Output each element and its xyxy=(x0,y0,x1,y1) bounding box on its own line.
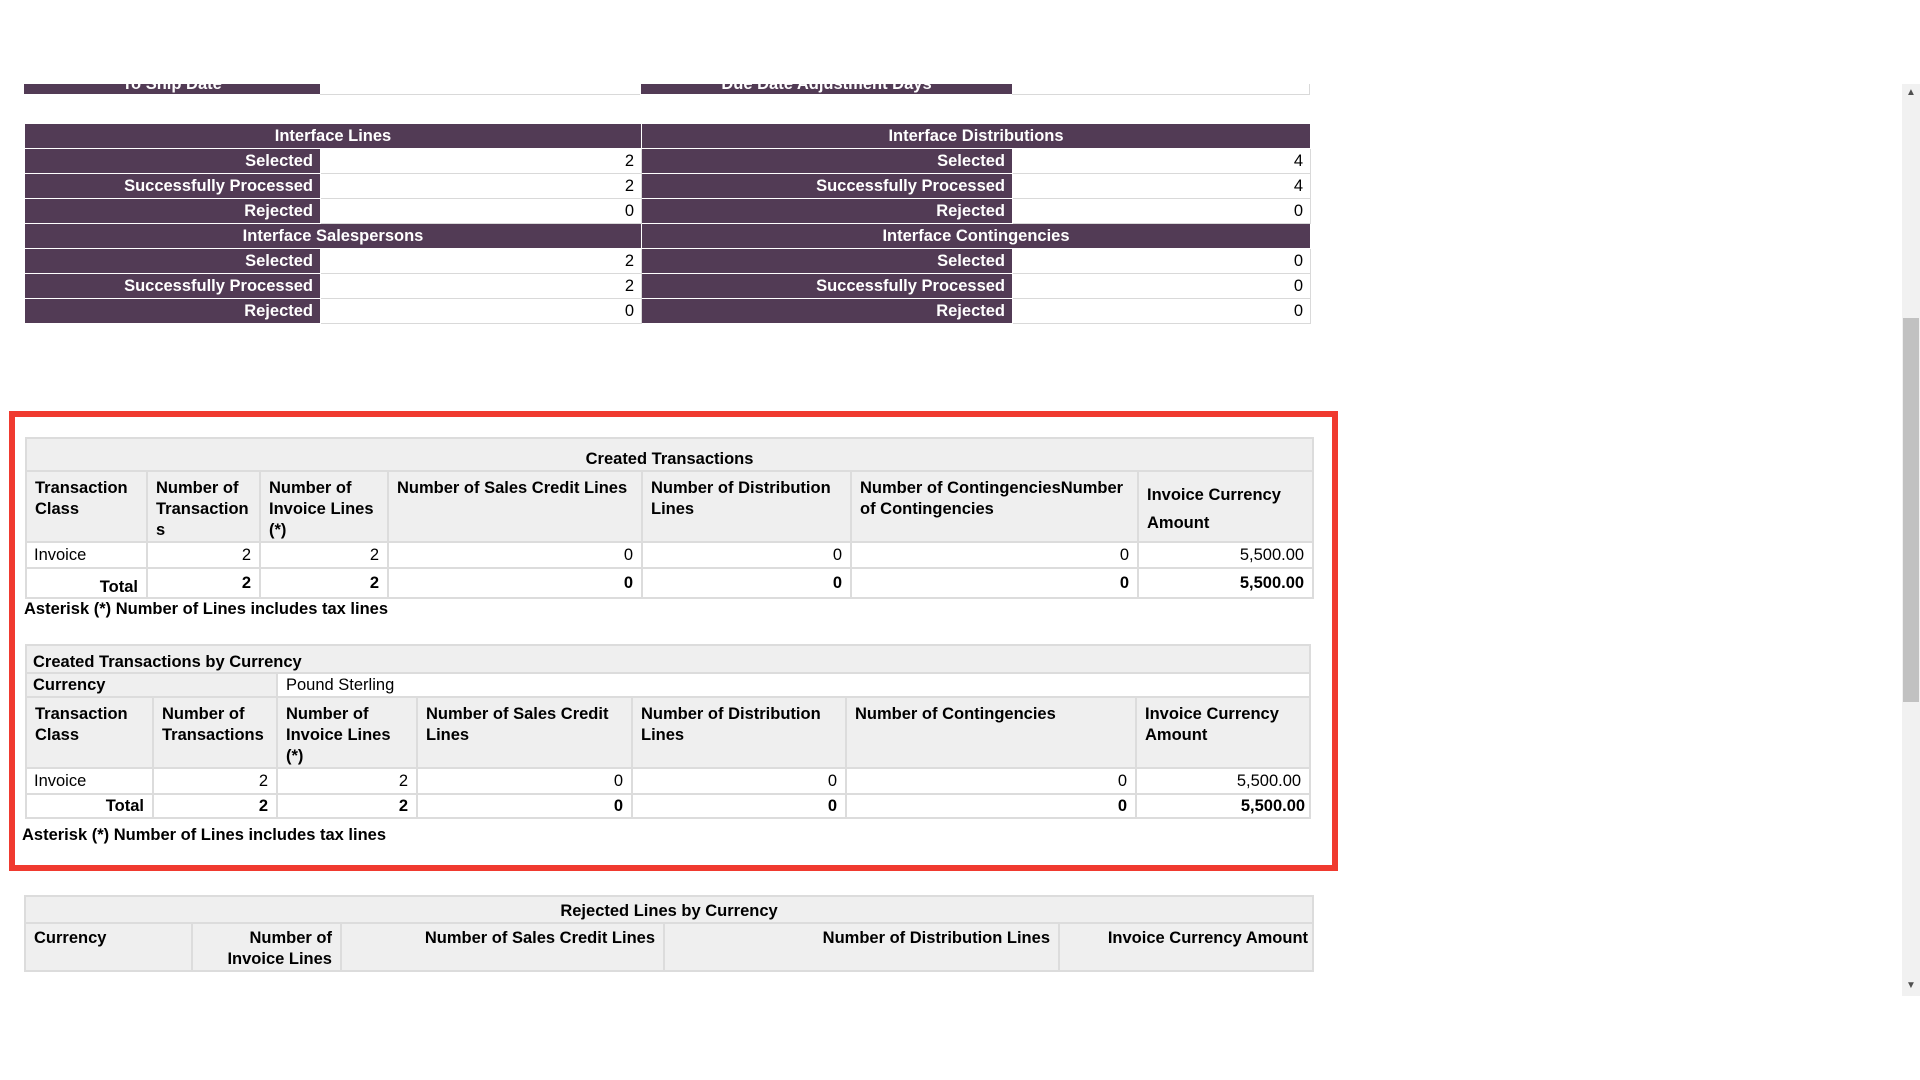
salespersons-selected-value: 2 xyxy=(320,248,642,274)
scrollbar-thumb[interactable] xyxy=(1903,318,1919,702)
lines-selected-label: Selected xyxy=(24,148,321,174)
ct-total-sales-credit-lines: 0 xyxy=(387,567,643,599)
interface-summary-table: Interface Lines Interface Distributions … xyxy=(24,123,1311,324)
created-transactions-title: Created Transactions xyxy=(24,437,1315,472)
total-row: Total 2 2 0 0 0 5,500.00 xyxy=(25,793,1312,819)
created-transactions-table: Created Transactions Transaction Class N… xyxy=(24,437,1315,599)
contingencies-selected-value: 0 xyxy=(1012,248,1311,274)
bc-row-amount: 5,500.00 xyxy=(1134,767,1312,795)
ct-total-label: Total xyxy=(25,567,148,599)
salespersons-processed-label: Successfully Processed xyxy=(24,273,321,299)
salespersons-processed-value: 2 xyxy=(320,273,642,299)
distributions-selected-label: Selected xyxy=(641,148,1013,174)
bc-total-sales-credit-lines: 0 xyxy=(416,793,633,819)
rj-header-invoice-currency-amount: Invoice Currency Amount xyxy=(1057,922,1315,972)
scroll-up-arrow-icon[interactable]: ▲ xyxy=(1904,87,1918,99)
rj-header-number-of-sales-credit-lines: Number of Sales Credit Lines xyxy=(340,922,665,972)
bc-total-invoice-lines: 2 xyxy=(276,793,418,819)
currency-label: Currency xyxy=(25,672,278,698)
total-row: Total 2 2 0 0 0 5,500.00 xyxy=(25,567,1315,599)
to-ship-date-label: To Ship Date xyxy=(24,84,320,94)
contingencies-selected-label: Selected xyxy=(641,248,1013,274)
lines-rejected-label: Rejected xyxy=(24,198,321,224)
ct-row-sales-credit-lines: 0 xyxy=(387,541,643,569)
lines-selected-value: 2 xyxy=(320,148,642,174)
bc-row-sales-credit-lines: 0 xyxy=(416,767,633,795)
interface-salespersons-heading: Interface Salespersons xyxy=(24,223,642,249)
table-row: Invoice 2 2 0 0 0 5,500.00 xyxy=(25,541,1315,569)
rj-header-number-of-invoice-lines: Number of Invoice Lines xyxy=(191,922,342,972)
rj-header-number-of-distribution-lines: Number of Distribution Lines xyxy=(663,922,1060,972)
bc-row-contingencies: 0 xyxy=(845,767,1137,795)
bc-row-invoice-lines: 2 xyxy=(276,767,418,795)
contingencies-processed-label: Successfully Processed xyxy=(641,273,1013,299)
bc-row-distribution-lines: 0 xyxy=(631,767,847,795)
bc-header-number-of-sales-credit-lines: Number of Sales Credit Lines xyxy=(416,696,633,769)
bc-total-distribution-lines: 0 xyxy=(631,793,847,819)
ct-header-number-of-transactions: Number of Transaction s xyxy=(146,470,261,543)
salespersons-selected-label: Selected xyxy=(24,248,321,274)
ct-total-transactions: 2 xyxy=(146,567,261,599)
rj-header-currency: Currency xyxy=(24,922,193,972)
ct-header-transaction-class: Transaction Class xyxy=(25,470,148,543)
ct-row-class: Invoice xyxy=(25,541,148,569)
lines-processed-label: Successfully Processed xyxy=(24,173,321,199)
ct-row-amount: 5,500.00 xyxy=(1136,541,1315,569)
bc-total-amount: 5,500.00 xyxy=(1134,793,1312,819)
bc-row-transactions: 2 xyxy=(152,767,278,795)
by-currency-table: Created Transactions by Currency Currenc… xyxy=(24,644,1312,819)
interface-distributions-heading: Interface Distributions xyxy=(641,123,1311,149)
contingencies-rejected-value: 0 xyxy=(1012,298,1311,324)
interface-contingencies-heading: Interface Contingencies xyxy=(641,223,1311,249)
rejected-lines-title: Rejected Lines by Currency xyxy=(23,895,1315,924)
ct-total-contingencies: 0 xyxy=(850,567,1139,599)
bc-row-class: Invoice xyxy=(25,767,154,795)
ct-asterisk-note: Asterisk (*) Number of Lines includes ta… xyxy=(24,600,389,618)
ct-row-contingencies: 0 xyxy=(850,541,1139,569)
ct-total-invoice-lines: 2 xyxy=(259,567,389,599)
bc-header-transaction-class: Transaction Class xyxy=(25,696,154,769)
top-partial-row: To Ship Date Due Date Adjustment Days xyxy=(24,84,1310,95)
ct-total-amount: 5,500.00 xyxy=(1136,567,1315,599)
contingencies-processed-value: 0 xyxy=(1012,273,1311,299)
bc-total-label: Total xyxy=(25,793,154,819)
to-ship-date-value xyxy=(320,84,640,95)
ct-row-transactions: 2 xyxy=(146,541,261,569)
bc-header-number-of-invoice-lines: Number of Invoice Lines (*) xyxy=(276,696,418,769)
rejected-lines-table: Rejected Lines by Currency Currency Numb… xyxy=(23,895,1315,972)
bc-asterisk-note: Asterisk (*) Number of Lines includes ta… xyxy=(22,826,387,844)
bc-total-contingencies: 0 xyxy=(845,793,1137,819)
distributions-processed-value: 4 xyxy=(1012,173,1311,199)
scroll-down-arrow-icon[interactable]: ▼ xyxy=(1904,980,1918,992)
bc-header-number-of-distribution-lines: Number of Distribution Lines xyxy=(631,696,847,769)
lines-processed-value: 2 xyxy=(320,173,642,199)
ct-header-number-of-invoice-lines: Number of Invoice Lines (*) xyxy=(259,470,389,543)
currency-value: Pound Sterling xyxy=(275,672,1312,698)
bc-header-invoice-currency-amount: Invoice Currency Amount xyxy=(1134,696,1312,769)
ct-total-distribution-lines: 0 xyxy=(641,567,852,599)
salespersons-rejected-value: 0 xyxy=(320,298,642,324)
ct-header-number-of-distribution-lines: Number of Distribution Lines xyxy=(641,470,852,543)
by-currency-title: Created Transactions by Currency xyxy=(24,644,1312,674)
ct-header-number-of-sales-credit-lines: Number of Sales Credit Lines xyxy=(387,470,643,543)
distributions-selected-value: 4 xyxy=(1012,148,1311,174)
salespersons-rejected-label: Rejected xyxy=(24,298,321,324)
interface-lines-heading: Interface Lines xyxy=(24,123,642,149)
table-row: Invoice 2 2 0 0 0 5,500.00 xyxy=(25,767,1312,795)
contingencies-rejected-label: Rejected xyxy=(641,298,1013,324)
bc-header-number-of-contingencies: Number of Contingencies xyxy=(845,696,1137,769)
bc-header-number-of-transactions: Number of Transactions xyxy=(152,696,278,769)
due-date-adjustment-value xyxy=(1012,84,1310,95)
lines-rejected-value: 0 xyxy=(320,198,642,224)
ct-row-invoice-lines: 2 xyxy=(259,541,389,569)
distributions-processed-label: Successfully Processed xyxy=(641,173,1013,199)
bc-total-transactions: 2 xyxy=(152,793,278,819)
distributions-rejected-value: 0 xyxy=(1012,198,1311,224)
due-date-adjustment-label: Due Date Adjustment Days xyxy=(641,84,1012,94)
distributions-rejected-label: Rejected xyxy=(641,198,1013,224)
ct-header-number-of-contingencies: Number of ContingenciesNumber of Conting… xyxy=(850,470,1139,543)
ct-row-distribution-lines: 0 xyxy=(641,541,852,569)
ct-header-invoice-currency-amount: Invoice Currency Amount xyxy=(1136,470,1315,543)
